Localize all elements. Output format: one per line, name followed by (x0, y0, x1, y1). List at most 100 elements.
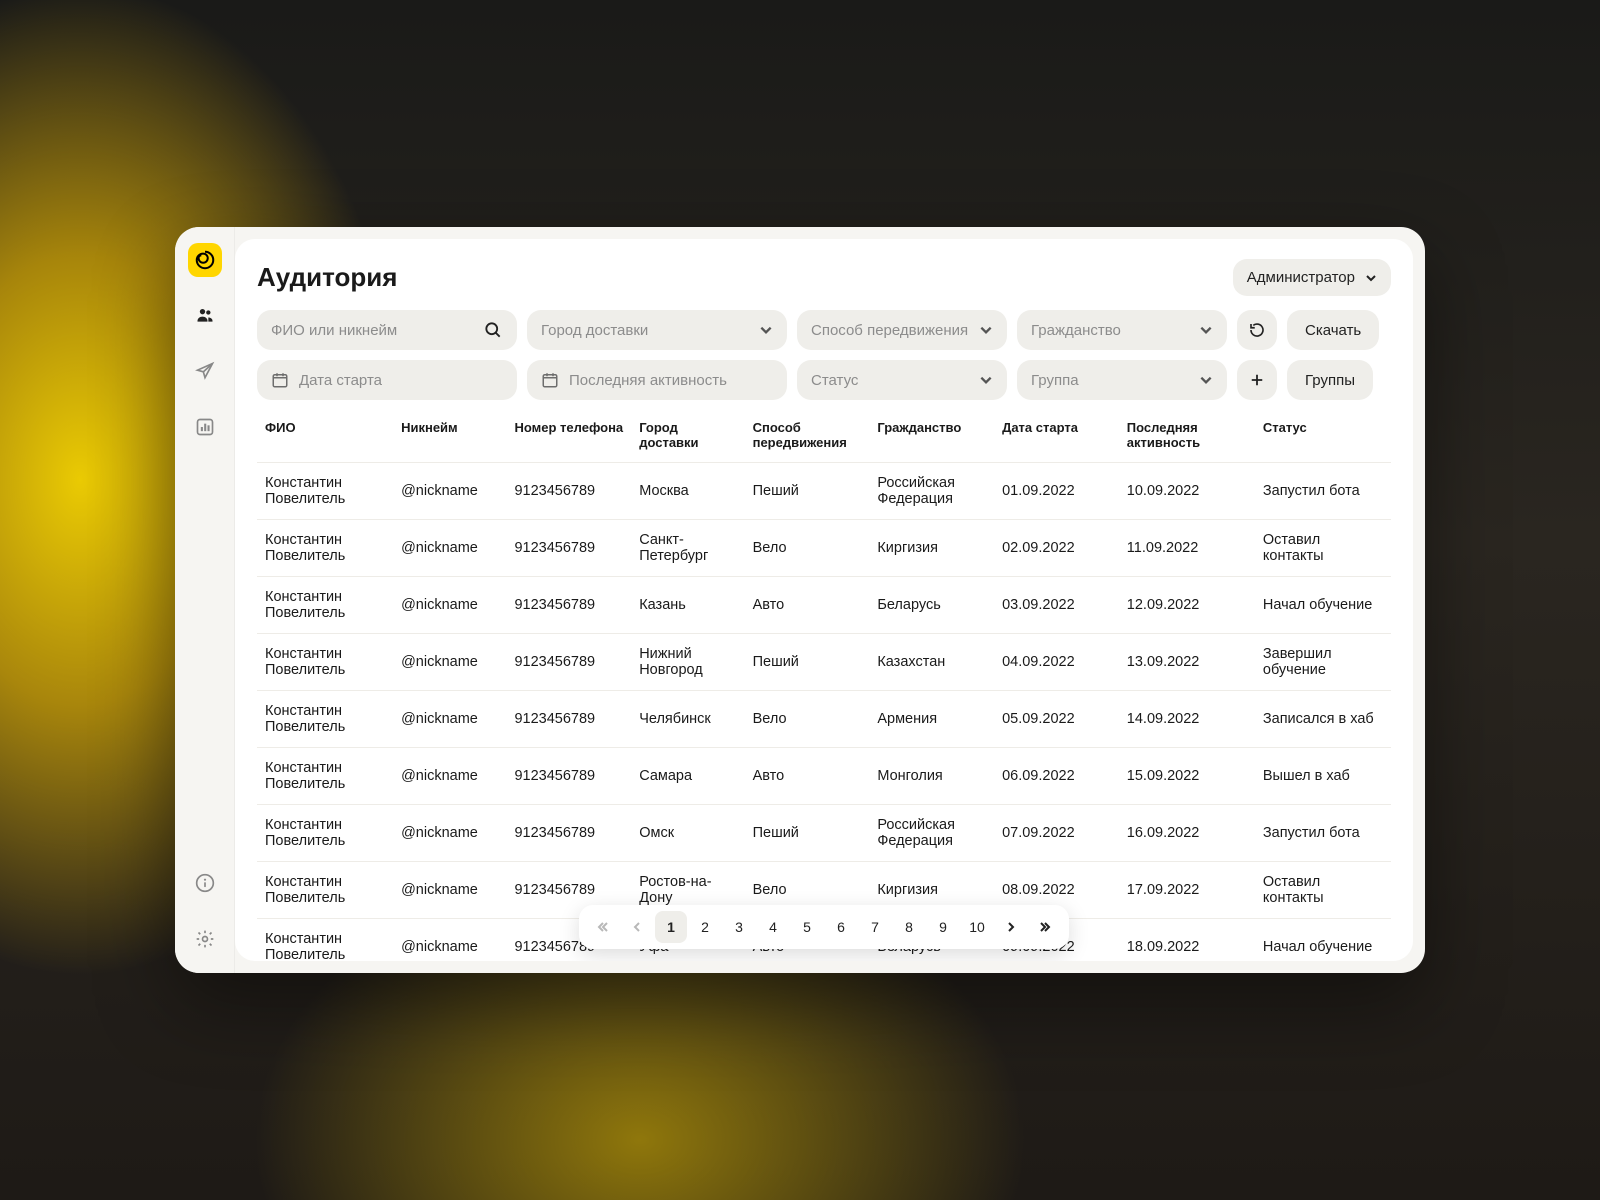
cell-phone: 9123456789 (506, 805, 631, 862)
filter-status[interactable]: Статус (797, 360, 1007, 400)
th-last[interactable]: Последняя активность (1119, 410, 1255, 463)
table-row[interactable]: Константин Повелитель@nickname9123456789… (257, 805, 1391, 862)
th-phone[interactable]: Номер телефона (506, 410, 631, 463)
cell-nick: @nickname (393, 748, 506, 805)
cell-city: Челябинск (631, 691, 744, 748)
search-input-wrap[interactable] (257, 310, 517, 350)
chevron-right-icon (1005, 921, 1017, 933)
gear-icon (195, 929, 215, 949)
cell-phone: 9123456789 (506, 463, 631, 520)
cell-fio: Константин Повелитель (257, 862, 393, 919)
page-number[interactable]: 5 (791, 911, 823, 943)
cell-cit: Российская Федерация (869, 463, 994, 520)
page-prev[interactable] (621, 911, 653, 943)
th-status[interactable]: Статус (1255, 410, 1391, 463)
chevron-down-icon (979, 373, 993, 387)
header: Аудитория Администратор (257, 259, 1391, 296)
search-input[interactable] (271, 322, 475, 339)
cell-phone: 9123456789 (506, 691, 631, 748)
cell-start: 06.09.2022 (994, 748, 1119, 805)
table-header-row: ФИО Никнейм Номер телефона Город доставк… (257, 410, 1391, 463)
download-button[interactable]: Скачать (1287, 310, 1379, 350)
page-last[interactable] (1029, 911, 1061, 943)
page-number[interactable]: 2 (689, 911, 721, 943)
cell-start: 03.09.2022 (994, 577, 1119, 634)
cell-phone: 9123456789 (506, 634, 631, 691)
calendar-icon (541, 371, 559, 389)
th-city[interactable]: Город доставки (631, 410, 744, 463)
cell-move: Пеший (745, 463, 870, 520)
nav-info[interactable] (187, 865, 223, 901)
cell-fio: Константин Повелитель (257, 520, 393, 577)
cell-fio: Константин Повелитель (257, 805, 393, 862)
filter-city[interactable]: Город доставки (527, 310, 787, 350)
groups-button[interactable]: Группы (1287, 360, 1373, 400)
filter-citizenship[interactable]: Гражданство (1017, 310, 1227, 350)
cell-last: 10.09.2022 (1119, 463, 1255, 520)
cell-nick: @nickname (393, 463, 506, 520)
filter-last-activity[interactable]: Последняя активность (527, 360, 787, 400)
cell-status: Оставил контакты (1255, 862, 1391, 919)
cell-start: 05.09.2022 (994, 691, 1119, 748)
cell-nick: @nickname (393, 862, 506, 919)
table-row[interactable]: Константин Повелитель@nickname9123456789… (257, 463, 1391, 520)
cell-start: 02.09.2022 (994, 520, 1119, 577)
filter-row-1: Город доставки Способ передвижения Гражд… (257, 310, 1391, 350)
chevron-double-right-icon (1039, 921, 1051, 933)
table-row[interactable]: Константин Повелитель@nickname9123456789… (257, 691, 1391, 748)
search-icon (483, 320, 503, 340)
table-row[interactable]: Константин Повелитель@nickname9123456789… (257, 634, 1391, 691)
cell-move: Пеший (745, 805, 870, 862)
table-row[interactable]: Константин Повелитель@nickname9123456789… (257, 520, 1391, 577)
nav-analytics[interactable] (187, 409, 223, 445)
th-citizenship[interactable]: Гражданство (869, 410, 994, 463)
app-window: Аудитория Администратор Город доставки С… (175, 227, 1425, 973)
cell-city: Москва (631, 463, 744, 520)
nav-settings[interactable] (187, 921, 223, 957)
page-number[interactable]: 10 (961, 911, 993, 943)
cell-move: Авто (745, 577, 870, 634)
cell-nick: @nickname (393, 634, 506, 691)
plus-icon (1248, 371, 1266, 389)
th-fio[interactable]: ФИО (257, 410, 393, 463)
cell-last: 14.09.2022 (1119, 691, 1255, 748)
cell-fio: Константин Повелитель (257, 691, 393, 748)
cell-fio: Константин Повелитель (257, 634, 393, 691)
th-start[interactable]: Дата старта (994, 410, 1119, 463)
cell-last: 13.09.2022 (1119, 634, 1255, 691)
cell-fio: Константин Повелитель (257, 748, 393, 805)
page-next[interactable] (995, 911, 1027, 943)
cell-city: Омск (631, 805, 744, 862)
cell-city: Казань (631, 577, 744, 634)
nav-audience[interactable] (187, 297, 223, 333)
cell-last: 11.09.2022 (1119, 520, 1255, 577)
filter-row-2: Дата старта Последняя активность Статус … (257, 360, 1391, 400)
filter-group[interactable]: Группа (1017, 360, 1227, 400)
filter-start-date[interactable]: Дата старта (257, 360, 517, 400)
table-row[interactable]: Константин Повелитель@nickname9123456789… (257, 577, 1391, 634)
cell-status: Вышел в хаб (1255, 748, 1391, 805)
table-row[interactable]: Константин Повелитель@nickname9123456789… (257, 748, 1391, 805)
page-first[interactable] (587, 911, 619, 943)
th-movement[interactable]: Способ передвижения (745, 410, 870, 463)
page-number[interactable]: 3 (723, 911, 755, 943)
reset-filters-button[interactable] (1237, 310, 1277, 350)
page-number[interactable]: 8 (893, 911, 925, 943)
cell-move: Вело (745, 691, 870, 748)
page-number[interactable]: 1 (655, 911, 687, 943)
cell-move: Пеший (745, 634, 870, 691)
paper-plane-icon (195, 361, 215, 381)
app-logo[interactable] (188, 243, 222, 277)
pagination: 12345678910 (579, 905, 1069, 949)
page-number[interactable]: 7 (859, 911, 891, 943)
cell-status: Записался в хаб (1255, 691, 1391, 748)
page-number[interactable]: 9 (927, 911, 959, 943)
th-nickname[interactable]: Никнейм (393, 410, 506, 463)
filter-movement[interactable]: Способ передвижения (797, 310, 1007, 350)
admin-menu-button[interactable]: Администратор (1233, 259, 1391, 296)
nav-send[interactable] (187, 353, 223, 389)
page-number[interactable]: 4 (757, 911, 789, 943)
add-button[interactable] (1237, 360, 1277, 400)
cell-start: 04.09.2022 (994, 634, 1119, 691)
page-number[interactable]: 6 (825, 911, 857, 943)
